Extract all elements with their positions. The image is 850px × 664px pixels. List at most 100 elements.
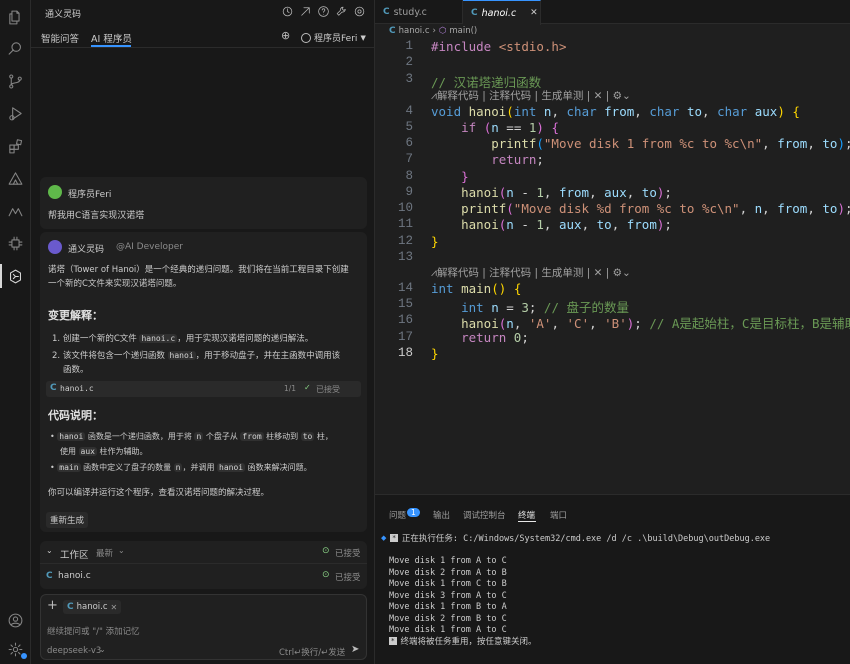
check-icon: ✓ [304,383,311,392]
code-line-5[interactable]: if (n == 1) { [431,120,559,135]
task-text: 正在执行任务: C:/Windows/System32/cmd.exe /d /… [401,534,771,544]
line-number: 4 [405,104,413,118]
line-number: 9 [405,185,413,199]
task-star-icon: * [389,637,397,645]
code-line-1[interactable]: #include <stdio.h> [431,39,566,54]
code-line-7[interactable]: return; [431,152,544,167]
chat-input-placeholder[interactable]: 继续提问或 "/" 添加记忆 [47,625,140,637]
user-avatar [48,185,62,199]
user-icon [301,32,311,43]
heading-code-desc: 代码说明： [48,409,103,422]
panel-tab-output[interactable]: 输出 [433,509,450,521]
step-2: 2. 该文件将包含一个递归函数 hanoi ，用于移动盘子，并在主函数中调用该 [52,351,341,361]
file-count: 1/1 [284,384,297,393]
close-icon[interactable]: ✕ [111,603,118,612]
triangle-app-icon[interactable] [0,163,31,193]
add-context-icon[interactable]: + [47,598,58,613]
chevron-down-icon[interactable]: ⌄ [46,546,53,555]
send-icon[interactable]: ➤ [351,644,359,655]
terminal-line: Move disk 2 from B to C [389,613,507,624]
wrench-icon[interactable] [335,5,348,18]
tab-study-c[interactable]: Cstudy.c [375,0,463,24]
context-chip[interactable]: C hanoi.c ✕ [63,600,122,614]
breadcrumb-file[interactable]: hanoi.c [399,26,430,36]
search-icon[interactable] [0,33,31,63]
terminal-line: Move disk 2 from A to B [389,567,507,578]
workspace-status: 已接受 [335,549,361,559]
explorer-icon[interactable] [0,2,31,32]
tab-hanoi-c[interactable]: Chanoi.c ✕ [463,0,541,25]
step-2-tail: 函数。 [63,365,89,375]
code-line-14[interactable]: int main() { [431,281,521,296]
c-file-icon: C [67,602,74,612]
code-line-11[interactable]: hanoi(n - 1, aux, to, from); [431,217,672,232]
line-number: 3 [405,72,413,86]
code-line-8[interactable]: } [431,169,469,184]
model-selector[interactable]: deepseek-v3 [47,646,101,656]
panel-tab-problems[interactable]: 问题 [389,509,406,521]
chevron-down-icon[interactable]: ⌄ [99,645,106,654]
editor-tabs: Cstudy.c Chanoi.c ✕ [375,0,850,25]
bullet-1-cont: 使用 aux 柱作为辅助。 [60,447,148,456]
line-number: 18 [397,346,413,360]
help-icon[interactable] [317,5,330,18]
accepted-label: 已接受 [316,385,340,394]
ai-role: @AI Developer [116,242,183,252]
line-number: 12 [397,234,413,248]
workspace-title: 工作区 [60,550,89,561]
sidebar-header-actions [281,5,366,18]
user-switcher[interactable]: 程序员Feri ▼ [301,31,366,44]
sidebar-title: 通义灵码 [45,10,82,20]
m-logo-icon[interactable] [0,196,31,226]
c-file-icon: C [389,26,396,36]
intro-line-1: 诺塔（Tower of Hanoi）是一个经典的递归问题。我们将在当前工程目录下… [48,265,349,275]
regenerate-button[interactable]: 重新生成 [46,512,89,528]
panel-tab-ports[interactable]: 端口 [550,509,567,521]
code-line-9[interactable]: hanoi(n - 1, from, aux, to); [431,185,672,200]
code-line-4[interactable]: void hanoi(int n, char from, char to, ch… [431,104,800,119]
breadcrumb-symbol[interactable]: main() [449,26,477,36]
bottom-panel: 问题 1 输出 调试控制台 终端 端口 ◆ * 正在执行任务: C:/Windo… [375,494,850,664]
line-number: 13 [397,250,413,264]
code-line-18[interactable]: } [431,346,439,361]
run-debug-icon[interactable] [0,98,31,128]
reuse-text: 终端将被任务重用，按任意键关闭。 [400,637,537,647]
line-number: 6 [405,136,413,150]
intro-line-2: 一个新的C文件来实现汉诺塔问题。 [48,279,182,289]
close-icon[interactable]: ✕ [530,8,538,18]
chip-icon[interactable] [0,228,31,258]
chat-input-box: + C hanoi.c ✕ 继续提问或 "/" 添加记忆 deepseek-v3… [40,594,367,660]
line-number: 8 [405,169,413,183]
workspace-file[interactable]: hanoi.c [58,571,91,581]
code-line-12[interactable]: } [431,234,439,249]
chevron-down-icon[interactable]: ⌄ [118,546,125,555]
extensions-icon[interactable] [0,131,31,161]
panel-tab-debug-console[interactable]: 调试控制台 [463,509,506,521]
active-panel-indicator [518,521,536,522]
codelens-1[interactable]: ⩘解释代码 | 注释代码 | 生成单测 | ✕ | ⚙⌄ [431,88,631,103]
source-control-icon[interactable] [0,66,31,96]
panel-tab-terminal[interactable]: 终端 [518,509,535,521]
add-icon[interactable]: ⊕ [281,29,290,42]
line-number: 16 [397,313,413,327]
feedback-icon[interactable] [299,5,312,18]
account-icon[interactable] [0,605,31,635]
check-circle-icon: ⊙ [322,546,330,556]
function-icon: ⬡ [438,26,447,36]
workspace-sub: 最新 [96,549,114,559]
history-icon[interactable] [281,5,294,18]
code-line-17[interactable]: return 0; [431,330,529,345]
task-line: ◆ * 正在执行任务: C:/Windows/System32/cmd.exe … [381,532,770,544]
settings-gear-icon[interactable] [0,634,31,664]
gear-icon[interactable] [353,5,366,18]
terminal-line: Move disk 1 from B to A [389,602,507,612]
tab-smart-qa[interactable]: 智能问答 [41,31,79,45]
tongyi-lingma-icon[interactable] [0,261,31,291]
codelens-2[interactable]: ⩘解释代码 | 注释代码 | 生成单测 | ✕ | ⚙⌄ [431,265,631,280]
code-line-6[interactable]: printf("Move disk 1 from %c to %c\n", fr… [431,136,850,151]
code-line-10[interactable]: printf("Move disk %d from %c to %c\n", n… [431,201,850,216]
file-change-row[interactable]: C hanoi.c 1/1 ✓ 已接受 [46,381,361,397]
line-number: 1 [405,39,413,53]
tab-ai-developer[interactable]: AI 程序员 [91,31,132,45]
terminal-line: Move disk 1 from A to C [389,556,507,566]
